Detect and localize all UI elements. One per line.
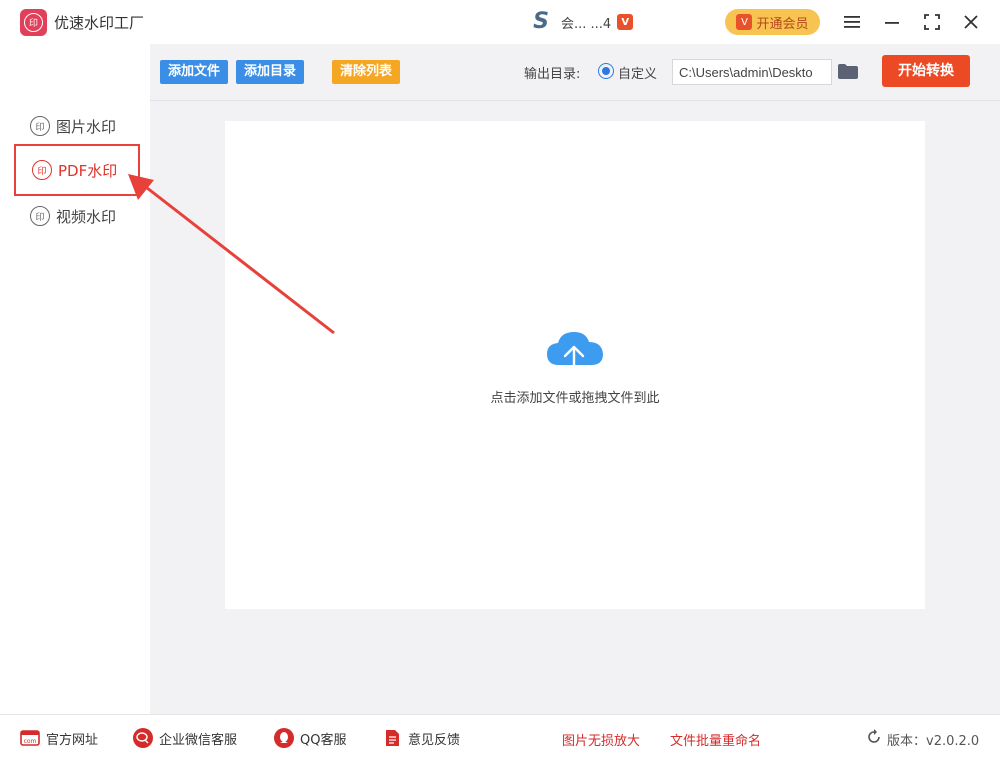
wechat-icon (133, 728, 153, 748)
feedback-icon (382, 728, 402, 748)
image-upscale-link[interactable]: 图片无损放大 (562, 730, 640, 749)
add-directory-button[interactable]: 添加目录 (236, 60, 305, 84)
open-vip-button[interactable]: V 开通会员 (725, 9, 820, 35)
cloud-upload-icon (545, 329, 605, 379)
user-name: 会... ...4 (561, 16, 612, 32)
feedback-label: 意见反馈 (408, 732, 461, 748)
version-label: 版本：v2.0.2.0 (887, 733, 980, 749)
title-bar: 印 优速水印工厂 S 会... ...4 V V 开通会员 (0, 0, 1000, 44)
batch-rename-link[interactable]: 文件批量重命名 (670, 730, 761, 749)
sidebar-item-label: PDF水印 (58, 161, 118, 180)
version-info[interactable]: 版本：v2.0.2.0 (866, 729, 979, 749)
user-info[interactable]: S 会... ...4 V (527, 9, 634, 34)
folder-icon[interactable] (838, 64, 858, 79)
sidebar-item-label: 图片水印 (56, 117, 117, 136)
qq-icon (274, 728, 294, 748)
close-icon[interactable] (959, 10, 983, 34)
minimize-icon[interactable] (880, 10, 904, 34)
website-icon: com (20, 728, 40, 748)
sidebar-item-label: 视频水印 (56, 207, 117, 226)
watermark-icon: 印 (30, 206, 50, 226)
sidebar: 印 图片水印 印 PDF水印 印 视频水印 (0, 44, 150, 714)
output-dir-label: 输出目录: (524, 67, 581, 82)
vip-badge-icon: V (617, 14, 634, 30)
vip-icon: V (736, 14, 753, 30)
website-icon-text: com (24, 738, 37, 745)
watermark-icon: 印 (32, 160, 52, 180)
menu-icon[interactable] (840, 10, 864, 34)
official-website-link[interactable]: com 官方网址 (20, 728, 98, 748)
feedback-link[interactable]: 意见反馈 (382, 728, 460, 748)
app-logo: 印 (20, 9, 47, 36)
qq-service-link[interactable]: QQ客服 (274, 728, 346, 748)
sidebar-item-video-watermark[interactable]: 印 视频水印 (14, 190, 140, 242)
main-panel: 添加文件 添加目录 清除列表 输出目录: 自定义 开始转换 点击添加文件或拖拽文… (150, 44, 1000, 714)
sidebar-item-pdf-watermark[interactable]: 印 PDF水印 (14, 144, 140, 196)
clear-list-button[interactable]: 清除列表 (332, 60, 401, 84)
wechat-service-link[interactable]: 企业微信客服 (133, 728, 237, 748)
custom-dir-radio[interactable] (598, 63, 614, 79)
refresh-icon (866, 729, 882, 749)
footer-bar: com 官方网址 企业微信客服 QQ客服 意见反馈 图片无损放大 文件批量重命名… (0, 714, 1000, 760)
add-file-button[interactable]: 添加文件 (160, 60, 229, 84)
start-convert-button[interactable]: 开始转换 (882, 55, 970, 87)
watermark-icon: 印 (30, 116, 50, 136)
user-avatar-icon: S (533, 9, 549, 34)
custom-dir-label[interactable]: 自定义 (618, 63, 657, 82)
drop-hint-text: 点击添加文件或拖拽文件到此 (490, 391, 660, 406)
file-drop-zone[interactable]: 点击添加文件或拖拽文件到此 (225, 121, 925, 609)
maximize-icon[interactable] (920, 10, 944, 34)
output-path-input[interactable] (672, 59, 832, 85)
open-vip-label: 开通会员 (756, 16, 809, 32)
toolbar: 添加文件 添加目录 清除列表 输出目录: 自定义 开始转换 (150, 44, 1000, 101)
app-title: 优速水印工厂 (54, 14, 145, 32)
qq-service-label: QQ客服 (300, 732, 347, 748)
app-logo-text: 印 (24, 13, 43, 32)
wechat-service-label: 企业微信客服 (159, 732, 238, 748)
official-website-label: 官方网址 (46, 732, 99, 748)
